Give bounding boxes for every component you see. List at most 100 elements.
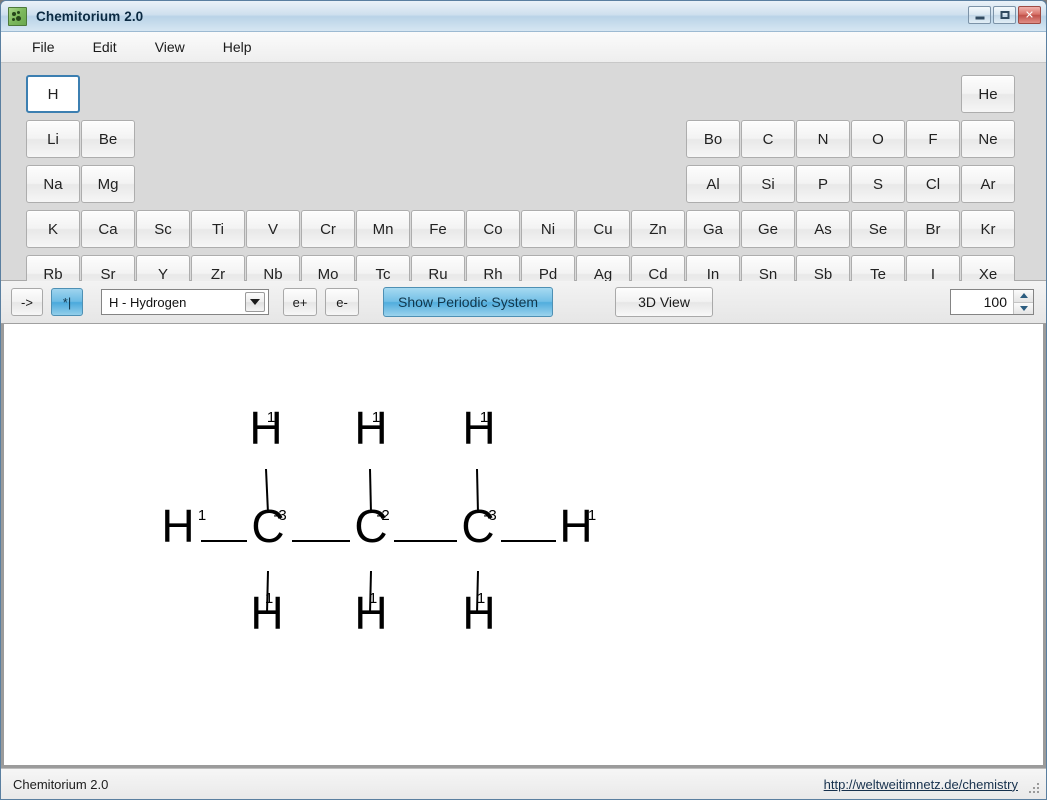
element-button-f[interactable]: F (906, 120, 960, 158)
element-button-be[interactable]: Be (81, 120, 135, 158)
minimize-button[interactable] (968, 6, 991, 24)
oxidation-number: 1 (267, 409, 275, 426)
element-button-s[interactable]: S (851, 165, 905, 203)
close-button[interactable]: ✕ (1018, 6, 1041, 24)
menu-bar: File Edit View Help (1, 32, 1046, 63)
atom-h-bot-2[interactable]: H1 (354, 587, 387, 639)
atom-h-top-2[interactable]: H1 (354, 402, 387, 454)
3d-view-button[interactable]: 3D View (615, 287, 713, 317)
menu-item-file[interactable]: File (19, 36, 68, 58)
element-button-n[interactable]: N (796, 120, 850, 158)
electron-remove-button[interactable]: e- (325, 288, 359, 316)
periodic-table-row: K Ca Sc Ti V Cr Mn Fe Co Ni Cu Zn Ga Ge As Se Br Kr (1, 210, 1046, 250)
molecule-icon (8, 6, 27, 26)
periodic-table-row: Li Be Bo C N O F Ne (1, 120, 1046, 160)
toolbar: -> *| H - Hydrogen e+ e- Show Periodic S… (1, 281, 1046, 324)
element-button-mn[interactable]: Mn (356, 210, 410, 248)
atom-c2[interactable]: C-2 (354, 500, 389, 552)
periodic-table-panel: H He Li Be Bo C N O F Ne Na Mg Al Si P S Cl Ar K Ca Sc Ti V Cr M… (1, 63, 1046, 293)
element-select[interactable]: H - Hydrogen (101, 289, 269, 315)
element-button-ni[interactable]: Ni (521, 210, 575, 248)
element-button-br[interactable]: Br (906, 210, 960, 248)
menu-item-view[interactable]: View (142, 36, 198, 58)
atom-symbol: H (161, 500, 194, 552)
atom-h-right[interactable]: H1 (559, 500, 596, 552)
element-button-sc[interactable]: Sc (136, 210, 190, 248)
zoom-stepper[interactable]: 100 (950, 289, 1034, 315)
window-title: Chemitorium 2.0 (36, 8, 144, 24)
element-button-c[interactable]: C (741, 120, 795, 158)
oxidation-number: -3 (483, 507, 496, 524)
element-button-na[interactable]: Na (26, 165, 80, 203)
oxidation-number: 1 (477, 590, 485, 607)
element-select-value: H - Hydrogen (109, 294, 187, 310)
element-button-v[interactable]: V (246, 210, 300, 248)
electron-add-button[interactable]: e+ (283, 288, 317, 316)
atom-c1[interactable]: C-3 (251, 500, 286, 552)
caret-up-icon[interactable] (1014, 290, 1033, 303)
atom-c3[interactable]: C-3 (461, 500, 496, 552)
element-button-bo[interactable]: Bo (686, 120, 740, 158)
element-button-mg[interactable]: Mg (81, 165, 135, 203)
element-button-ge[interactable]: Ge (741, 210, 795, 248)
element-button-si[interactable]: Si (741, 165, 795, 203)
resize-grip-icon[interactable] (1027, 781, 1041, 795)
oxidation-number: -3 (273, 507, 286, 524)
element-button-o[interactable]: O (851, 120, 905, 158)
window-controls: ✕ (968, 6, 1041, 24)
element-button-ga[interactable]: Ga (686, 210, 740, 248)
element-button-ne[interactable]: Ne (961, 120, 1015, 158)
application-window: Chemitorium 2.0 ✕ File Edit View Help HH… (0, 0, 1047, 800)
element-button-li[interactable]: Li (26, 120, 80, 158)
chevron-down-icon[interactable] (245, 292, 265, 312)
menu-item-help[interactable]: Help (210, 36, 265, 58)
oxidation-number: 1 (198, 507, 206, 524)
oxidation-number: 1 (588, 507, 596, 524)
bond-tool-button[interactable]: *| (51, 288, 83, 316)
element-button-k[interactable]: K (26, 210, 80, 248)
website-link[interactable]: http://weltweitimnetz.de/chemistry (824, 777, 1018, 792)
menu-item-edit[interactable]: Edit (80, 36, 130, 58)
atom-h-bot-1[interactable]: H1 (250, 587, 283, 639)
element-button-al[interactable]: Al (686, 165, 740, 203)
periodic-table-row: H He (1, 75, 1046, 115)
zoom-value[interactable]: 100 (951, 290, 1013, 314)
element-button-ar[interactable]: Ar (961, 165, 1015, 203)
atom-h-bot-3[interactable]: H1 (462, 587, 495, 639)
element-button-co[interactable]: Co (466, 210, 520, 248)
element-button-ca[interactable]: Ca (81, 210, 135, 248)
element-button-ti[interactable]: Ti (191, 210, 245, 248)
atom-h-top-3[interactable]: H1 (462, 402, 495, 454)
zoom-stepper-arrows (1013, 290, 1033, 314)
atom-h-top-1[interactable]: H1 (249, 402, 282, 454)
status-bar: Chemitorium 2.0 http://weltweitimnetz.de… (1, 768, 1046, 799)
oxidation-number: 1 (265, 590, 273, 607)
oxidation-number: 1 (369, 590, 377, 607)
element-button-cl[interactable]: Cl (906, 165, 960, 203)
molecule-structure: H 1 C-3 C-2 C-3 H1H1 H1 H1H1 H1 H1 (161, 402, 596, 639)
element-button-kr[interactable]: Kr (961, 210, 1015, 248)
title-bar: Chemitorium 2.0 ✕ (1, 1, 1046, 32)
element-button-as[interactable]: As (796, 210, 850, 248)
oxidation-number: 1 (372, 409, 380, 426)
element-button-cr[interactable]: Cr (301, 210, 355, 248)
oxidation-number: -2 (376, 507, 389, 524)
element-button-fe[interactable]: Fe (411, 210, 465, 248)
element-button-h[interactable]: H (26, 75, 80, 113)
element-button-se[interactable]: Se (851, 210, 905, 248)
show-periodic-system-button[interactable]: Show Periodic System (383, 287, 554, 317)
element-button-zn[interactable]: Zn (631, 210, 685, 248)
element-button-cu[interactable]: Cu (576, 210, 630, 248)
status-text: Chemitorium 2.0 (13, 776, 109, 792)
molecule-canvas[interactable]: H 1 C -3 C -2 C -3 H 1 H 1 H 1 H 1 H 1 H 1 H 1 (4, 324, 1043, 765)
caret-down-icon[interactable] (1014, 302, 1033, 314)
oxidation-number: 1 (480, 409, 488, 426)
maximize-button[interactable] (993, 6, 1016, 24)
atom-h-left[interactable]: H1 (161, 500, 206, 552)
periodic-table-row: Na Mg Al Si P S Cl Ar (1, 165, 1046, 205)
arrow-tool-button[interactable]: -> (11, 288, 43, 316)
canvas-container: H 1 C -3 C -2 C -3 H 1 H 1 H 1 H 1 H 1 H 1 H 1 (1, 324, 1046, 768)
close-icon: ✕ (1024, 8, 1035, 22)
element-button-p[interactable]: P (796, 165, 850, 203)
element-button-he[interactable]: He (961, 75, 1015, 113)
